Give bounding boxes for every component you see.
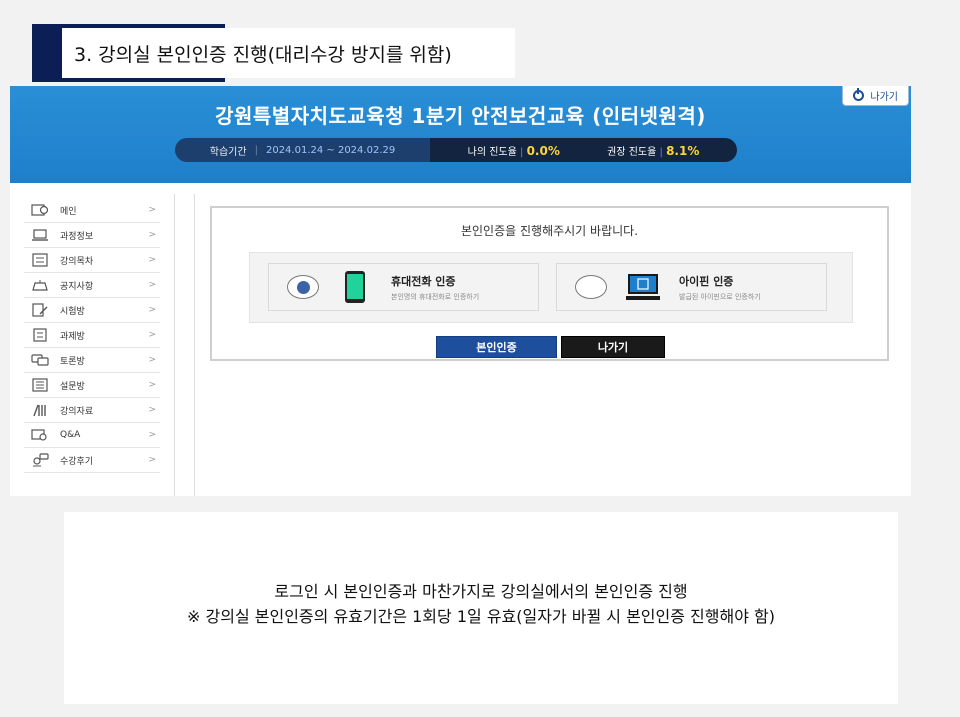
verification-message: 본인인증을 진행해주시기 바랍니다. [460, 224, 639, 238]
recommended-progress-value: 8.1% [666, 143, 700, 158]
caption-line-2: ※ 강의실 본인인증의 유효기간은 1회당 1일 유효(일자가 바뀔 시 본인인… [187, 607, 775, 626]
phone-radio[interactable] [287, 275, 319, 299]
smartphone-icon [337, 270, 373, 304]
chevron-right-icon: > [148, 430, 156, 440]
course-title: 강원특별자치도교육청 1분기 안전보건교육 (인터넷원격) [215, 104, 706, 128]
identity-verification-panel: 본인인증을 진행해주시기 바랍니다. 휴대전화 인증 본인명의 휴대전화로 인증… [210, 206, 889, 361]
sidebar-item-label: 수강후기 [60, 456, 94, 467]
chevron-right-icon: > [148, 380, 156, 390]
books-icon [30, 403, 50, 417]
phone-option-title: 휴대전화 인증 [391, 274, 456, 288]
megaphone-icon [30, 278, 50, 292]
sidebar-item-qna[interactable]: Q&A > [24, 423, 160, 448]
chevron-right-icon: > [148, 280, 156, 290]
my-progress: 나의 진도율 | 0.0% [467, 143, 560, 158]
caption: 로그인 시 본인인증과 마찬가지로 강의실에서의 본인인증 진행 ※ 강의실 본… [64, 579, 898, 629]
review-icon [30, 453, 50, 467]
ipin-option-subtitle: 발급된 아이핀으로 인증하기 [679, 292, 761, 301]
pencil-icon [30, 303, 50, 317]
ipin-radio[interactable] [575, 275, 607, 299]
caption-box: 로그인 시 본인인증과 마찬가지로 강의실에서의 본인인증 진행 ※ 강의실 본… [64, 512, 898, 704]
verify-button[interactable]: 본인인증 [436, 336, 557, 358]
sidebar-item-label: 강의목차 [60, 256, 94, 267]
sidebar-item-label: 공지사항 [60, 281, 94, 292]
laptop-icon [30, 228, 50, 242]
top-exit-label: 나가기 [870, 92, 898, 103]
sidebar-item-label: 토론방 [60, 356, 85, 367]
lms-screenshot: 강원특별자치도교육청 1분기 안전보건교육 (인터넷원격) 나가기 학습기간 |… [10, 86, 911, 496]
chevron-right-icon: > [148, 330, 156, 340]
my-progress-value: 0.0% [526, 143, 560, 158]
sidebar-item-label: 과정정보 [60, 231, 94, 242]
sidebar-item-main[interactable]: 메인 > [24, 198, 160, 223]
slide-title: 3. 강의실 본인인증 진행(대리수강 방지를 위함) [62, 28, 515, 78]
sidebar-item-survey[interactable]: 설문방 > [24, 373, 160, 398]
sidebar-item-discussion[interactable]: 토론방 > [24, 348, 160, 373]
study-period-label: 학습기간 [209, 146, 247, 158]
monitor-icon [625, 270, 661, 304]
ipin-verification-option[interactable]: 아이핀 인증 발급된 아이핀으로 인증하기 [556, 263, 827, 311]
course-sidebar: 메인 > 과정정보 > 강의목차 > 공지사항 > 시험방 > 과제방 > 토론… [10, 194, 175, 496]
phone-option-subtitle: 본인명의 휴대전화로 인증하기 [391, 292, 480, 301]
qa-icon [30, 428, 50, 442]
power-icon [853, 88, 865, 101]
sidebar-item-label: 메인 [60, 206, 77, 217]
verification-options: 휴대전화 인증 본인명의 휴대전화로 인증하기 아이핀 인증 발급된 아이핀으로… [249, 252, 853, 323]
chevron-right-icon: > [148, 305, 156, 315]
chevron-right-icon: > [148, 255, 156, 265]
sidebar-item-lecture-list[interactable]: 강의목차 > [24, 248, 160, 273]
sidebar-item-exam[interactable]: 시험방 > [24, 298, 160, 323]
sidebar-item-assignment[interactable]: 과제방 > [24, 323, 160, 348]
home-icon [30, 203, 50, 217]
document-icon [30, 328, 50, 342]
sidebar-item-course-info[interactable]: 과정정보 > [24, 223, 160, 248]
content-divider [194, 194, 195, 496]
chat-icon [30, 353, 50, 367]
study-period-value: 2024.01.24 ~ 2024.02.29 [265, 144, 396, 156]
ipin-option-text: 아이핀 인증 발급된 아이핀으로 인증하기 [679, 273, 761, 302]
sidebar-item-label: Q&A [60, 430, 81, 440]
chevron-right-icon: > [148, 455, 156, 465]
study-period: 학습기간 | 2024.01.24 ~ 2024.02.29 [175, 138, 430, 162]
recommended-progress: 권장 진도율 | 8.1% [607, 143, 700, 158]
chevron-right-icon: > [148, 405, 156, 415]
sidebar-item-label: 설문방 [60, 381, 85, 392]
sidebar-item-notice[interactable]: 공지사항 > [24, 273, 160, 298]
chevron-right-icon: > [148, 355, 156, 365]
phone-verification-option[interactable]: 휴대전화 인증 본인명의 휴대전화로 인증하기 [268, 263, 539, 311]
chevron-right-icon: > [148, 230, 156, 240]
sidebar-item-label: 시험방 [60, 306, 85, 317]
sidebar-item-materials[interactable]: 강의자료 > [24, 398, 160, 423]
my-progress-label: 나의 진도율 [467, 146, 517, 158]
chevron-right-icon: > [148, 205, 156, 215]
sidebar-item-label: 과제방 [60, 331, 85, 342]
progress-rates: 나의 진도율 | 0.0% 권장 진도율 | 8.1% [430, 138, 737, 162]
divider: | [254, 144, 258, 156]
top-exit-button[interactable]: 나가기 [842, 86, 909, 106]
exit-button[interactable]: 나가기 [561, 336, 665, 358]
survey-icon [30, 378, 50, 392]
caption-line-1: 로그인 시 본인인증과 마찬가지로 강의실에서의 본인인증 진행 [274, 582, 688, 601]
progress-summary: 학습기간 | 2024.01.24 ~ 2024.02.29 나의 진도율 | … [175, 138, 737, 162]
course-banner: 강원특별자치도교육청 1분기 안전보건교육 (인터넷원격) 나가기 학습기간 |… [10, 86, 911, 183]
recommended-progress-label: 권장 진도율 [607, 146, 657, 158]
phone-option-text: 휴대전화 인증 본인명의 휴대전화로 인증하기 [391, 273, 479, 302]
sidebar-item-label: 강의자료 [60, 406, 94, 417]
sidebar-item-review[interactable]: 수강후기 > [24, 448, 160, 473]
ipin-option-title: 아이핀 인증 [679, 274, 734, 288]
list-icon [30, 253, 50, 267]
